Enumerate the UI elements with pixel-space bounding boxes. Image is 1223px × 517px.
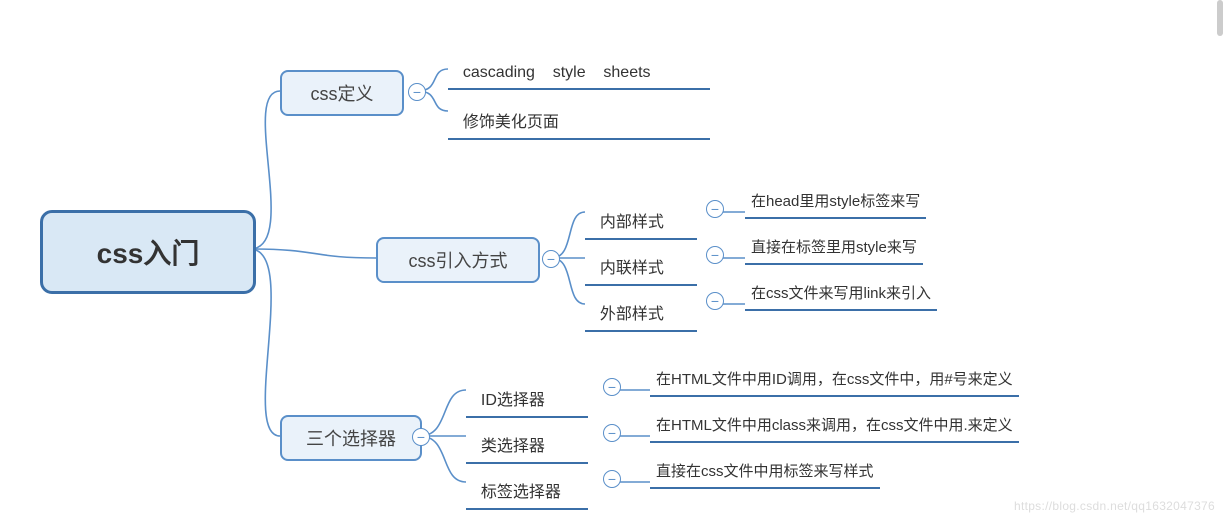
collapse-icon[interactable]: − [706,200,724,218]
leaf-node[interactable]: 内部样式 [585,190,697,240]
scrollbar-indicator [1217,0,1223,36]
collapse-icon[interactable]: − [408,83,426,101]
branch-node-definition[interactable]: css定义 [280,70,404,116]
branch-label: 三个选择器 [306,425,396,451]
detail-label: 在HTML文件中用class来调用，在css文件中用.来定义 [656,417,1013,434]
detail-label: 直接在css文件中用标签来写样式 [656,463,874,480]
detail-label: 直接在标签里用style来写 [751,239,917,256]
detail-label: 在head里用style标签来写 [751,193,920,210]
branch-label: css引入方式 [409,247,508,273]
leaf-node[interactable]: cascading style sheets [448,46,710,90]
collapse-icon[interactable]: − [603,378,621,396]
detail-node[interactable]: 直接在css文件中用标签来写样式 [650,460,880,489]
root-label: css入门 [97,232,200,272]
collapse-icon[interactable]: − [542,250,560,268]
leaf-label: 外部样式 [600,306,664,323]
root-node[interactable]: css入门 [40,210,256,294]
leaf-label: 内联样式 [600,260,664,277]
detail-node[interactable]: 在HTML文件中用class来调用，在css文件中用.来定义 [650,414,1019,443]
leaf-label: 类选择器 [481,438,545,455]
leaf-label: 内部样式 [600,214,664,231]
leaf-node[interactable]: 标签选择器 [466,460,588,510]
detail-label: 在HTML文件中用ID调用，在css文件中，用#号来定义 [656,371,1013,388]
detail-label: 在css文件来写用link来引入 [751,285,931,302]
collapse-icon[interactable]: − [603,424,621,442]
leaf-label: 标签选择器 [481,484,561,501]
leaf-label: cascading style sheets [463,64,651,81]
leaf-node[interactable]: ID选择器 [466,368,588,418]
watermark: https://blog.csdn.net/qq1632047376 [1014,499,1215,513]
detail-node[interactable]: 在css文件来写用link来引入 [745,282,937,311]
detail-node[interactable]: 在HTML文件中用ID调用，在css文件中，用#号来定义 [650,368,1019,397]
branch-node-selectors[interactable]: 三个选择器 [280,415,422,461]
leaf-node[interactable]: 外部样式 [585,282,697,332]
leaf-node[interactable]: 内联样式 [585,236,697,286]
detail-node[interactable]: 在head里用style标签来写 [745,190,926,219]
branch-node-import[interactable]: css引入方式 [376,237,540,283]
branch-label: css定义 [311,80,374,106]
leaf-label: 修饰美化页面 [463,114,559,131]
collapse-icon[interactable]: − [412,428,430,446]
leaf-label: ID选择器 [481,392,545,409]
collapse-icon[interactable]: − [706,246,724,264]
detail-node[interactable]: 直接在标签里用style来写 [745,236,923,265]
leaf-node[interactable]: 修饰美化页面 [448,90,710,140]
leaf-node[interactable]: 类选择器 [466,414,588,464]
collapse-icon[interactable]: − [706,292,724,310]
collapse-icon[interactable]: − [603,470,621,488]
